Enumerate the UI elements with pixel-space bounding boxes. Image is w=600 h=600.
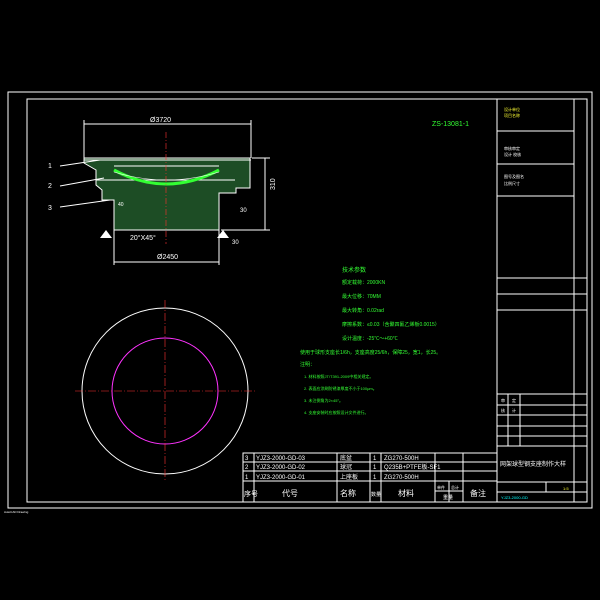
bom-row2-name: 球冠 (340, 463, 352, 471)
notes: 注明： 1. 材料按照JT/T391-2009中相关规定。 2. 表面应涂刷防锈… (300, 361, 377, 415)
dim-left-small: 40 (118, 202, 124, 208)
bom-row2-code: YJZ3-2000-GD-02 (256, 465, 306, 471)
bom-row3-code: YJZ3-2000-GD-03 (256, 456, 306, 462)
tb-design-check: 设计 校核 (504, 151, 521, 157)
tech-line-1: 额定载荷：2000KN (342, 279, 385, 286)
tech-line-6: 使用于球形支座长1/6h，支座高度25/6h，保障25，宽1，长25。 (300, 349, 441, 356)
drawing-canvas: 设计单位 项目名称 审核审定 设计 校核 图号及图名 比例尺寸 审 定 核 计 … (4, 91, 593, 514)
note-1: 1. 材料按照JT/T391-2009中相关规定。 (304, 373, 373, 379)
bom-hdr-code: 代号 (282, 488, 298, 498)
dim-height: 310 (270, 178, 277, 190)
status-text: AutoCAD Drawing (4, 510, 29, 514)
dim-bottom-width: Ø2450 (157, 254, 178, 261)
bom-row2-qty: 1 (373, 465, 377, 471)
bom-hdr-w2: 总计 (451, 484, 459, 490)
tech-line-3: 最大转角：0.02rad (342, 307, 384, 314)
tb-tag-1: 审 (501, 397, 505, 403)
tb-sheet-code: YJZ3-2000-GD (501, 495, 528, 500)
bom-row3-name: 底盆 (340, 454, 352, 462)
note-2: 2. 表面应涂刷防锈漆厚度不小于100μm。 (304, 385, 377, 391)
bom-row1-qty: 1 (373, 475, 377, 481)
tech-line-2: 最大位移：70MM (342, 293, 381, 300)
bom-row2-mat: Q235B+PTFE板-SF1 (384, 463, 441, 471)
bom-table: 3 YJZ3-2000-GD-03 底盆 1 ZG270-500H 2 YJZ3… (242, 452, 498, 503)
tb-scale: 1:5 (563, 486, 569, 491)
notes-title: 注明： (300, 361, 315, 368)
bom-hdr-weight: 重量 (443, 494, 453, 501)
bom-row1-no: 1 (245, 475, 249, 481)
plan-view (75, 300, 255, 480)
tb-tag-3: 核 (501, 407, 505, 413)
tb-project-name: 项目名称 (504, 112, 520, 118)
leader-2: 2 (48, 183, 52, 190)
bom-hdr-name: 名称 (340, 488, 356, 498)
bom-row3-no: 3 (245, 456, 249, 462)
bom-hdr-w1: 单件 (437, 484, 445, 490)
bom-row1-name: 上座板 (340, 473, 358, 481)
bom-hdr-no: 序号 (244, 489, 258, 498)
tb-review: 审核审定 (504, 145, 520, 151)
bom-row2-no: 2 (245, 465, 249, 471)
note-3: 3. 未注倒角为2×45°。 (304, 397, 343, 403)
dim-step: 30 (240, 208, 247, 214)
tech-title: 技术参数 (342, 266, 366, 274)
dim-small: 30 (232, 240, 239, 246)
drawing-code: ZS-13081-1 (432, 121, 469, 128)
tb-drawing-title: 网架球型钢支座制作大样 (500, 460, 566, 468)
bom-row1-code: YJZ3-2000-GD-01 (256, 475, 306, 481)
tb-tag-4: 计 (512, 407, 516, 413)
bom-row1-mat: ZG270-500H (384, 475, 419, 481)
section-view: Ø3720 310 Ø2450 20°X45° 30 30 40 1 2 3 (48, 117, 277, 265)
tb-drawing-name: 图号及图名 (504, 173, 524, 179)
dim-top-width: Ø3720 (150, 117, 171, 124)
tb-scale-size: 比例尺寸 (504, 180, 520, 186)
bom-hdr-remark: 备注 (470, 488, 486, 498)
bom-hdr-qty: 数量 (371, 491, 381, 498)
leader-1: 1 (48, 163, 52, 170)
tb-design-unit: 设计单位 (504, 106, 520, 112)
tech-line-4: 摩擦系数：≤0.03（含聚四氟乙烯板0.0015） (342, 321, 440, 328)
leader-3: 3 (48, 205, 52, 212)
tb-tag-2: 定 (512, 397, 516, 403)
tech-line-5: 设计温度：-25℃～+60℃ (342, 335, 398, 342)
title-block: 设计单位 项目名称 审核审定 设计 校核 图号及图名 比例尺寸 审 定 核 计 … (496, 99, 587, 502)
tech-params: 技术参数 额定载荷：2000KN 最大位移：70MM 最大转角：0.02rad … (300, 266, 441, 356)
bom-row3-qty: 1 (373, 456, 377, 462)
note-4: 4. 支座安装时应按照设计文件进行。 (304, 409, 368, 415)
bom-row3-mat: ZG270-500H (384, 456, 419, 462)
support-mark-left (100, 230, 112, 238)
bom-hdr-mat: 材料 (398, 488, 414, 498)
dim-chamfer: 20°X45° (130, 234, 156, 242)
